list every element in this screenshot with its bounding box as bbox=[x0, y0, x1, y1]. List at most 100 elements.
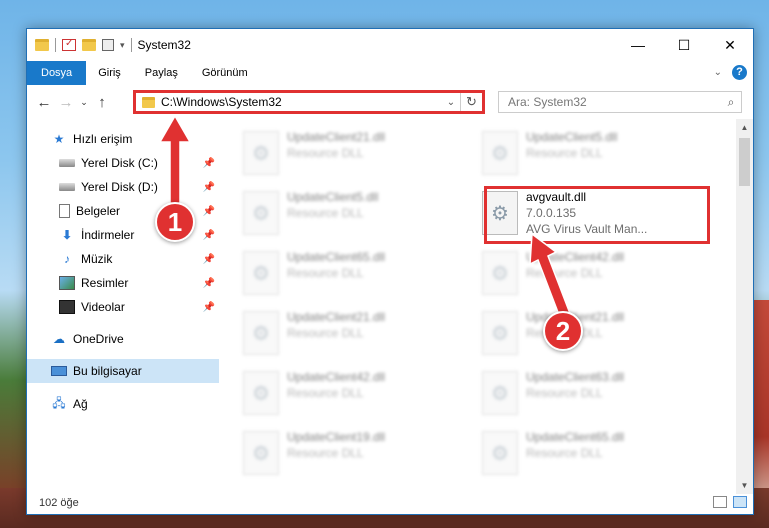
chevron-down-icon[interactable]: ⌄ bbox=[442, 97, 460, 108]
large-icons-view-icon[interactable] bbox=[733, 496, 747, 508]
file-name: UpdateClient5.dll bbox=[526, 130, 618, 144]
dll-file-icon: ⚙ bbox=[482, 251, 518, 295]
help-icon[interactable]: ? bbox=[732, 65, 747, 80]
file-name: UpdateClient5.dll bbox=[287, 190, 379, 204]
minimize-button[interactable]: — bbox=[615, 29, 661, 61]
dll-file-icon: ⚙ bbox=[482, 311, 518, 355]
customize-icon[interactable] bbox=[102, 39, 114, 51]
explorer-window: ▾ System32 — ☐ ✕ Dosya Giriş Paylaş Görü… bbox=[26, 28, 754, 515]
up-arrow-icon[interactable]: ↑ bbox=[91, 94, 113, 111]
file-item[interactable]: ⚙ UpdateClient65.dll Resource DLL bbox=[241, 247, 471, 303]
window-controls: — ☐ ✕ bbox=[615, 29, 753, 61]
pin-icon[interactable]: 📌 bbox=[203, 206, 215, 217]
nav-label: Videolar bbox=[81, 300, 125, 314]
scroll-up-arrow-icon[interactable]: ▲ bbox=[736, 119, 753, 136]
file-item[interactable]: ⚙ UpdateClient42.dll Resource DLL bbox=[480, 247, 710, 303]
nav-label: Bu bilgisayar bbox=[73, 364, 142, 378]
refresh-icon[interactable]: ↻ bbox=[460, 93, 482, 111]
close-button[interactable]: ✕ bbox=[707, 29, 753, 61]
file-name: UpdateClient65.dll bbox=[287, 250, 386, 264]
dll-file-icon: ⚙ bbox=[482, 371, 518, 415]
vertical-scrollbar[interactable]: ▲ ▼ bbox=[736, 119, 753, 494]
nav-label: Ağ bbox=[73, 397, 88, 411]
address-path[interactable]: C:\Windows\System32 bbox=[161, 95, 442, 109]
dll-file-icon: ⚙ bbox=[243, 251, 279, 295]
recent-locations-chevron-icon[interactable]: ⌄ bbox=[77, 97, 91, 108]
file-type: Resource DLL bbox=[526, 446, 603, 460]
divider bbox=[130, 38, 132, 52]
nav-item-videos[interactable]: Videolar 📌 bbox=[27, 295, 219, 319]
window-title: System32 bbox=[137, 38, 191, 52]
tab-file[interactable]: Dosya bbox=[27, 61, 87, 85]
pin-icon[interactable]: 📌 bbox=[203, 230, 215, 241]
file-type: Resource DLL bbox=[287, 146, 364, 160]
this-pc-icon bbox=[51, 366, 67, 376]
title-bar: ▾ System32 — ☐ ✕ bbox=[27, 29, 753, 61]
quick-access-toolbar: ▾ bbox=[27, 38, 132, 52]
documents-icon bbox=[59, 204, 70, 218]
videos-icon bbox=[59, 300, 75, 314]
callout-badge-1: 1 bbox=[155, 202, 195, 242]
nav-item-music[interactable]: ♪ Müzik 📌 bbox=[27, 247, 219, 271]
forward-arrow-icon[interactable]: → bbox=[55, 94, 77, 111]
file-item[interactable]: ⚙ UpdateClient21.dll Resource DLL bbox=[480, 307, 710, 363]
tab-home[interactable]: Giriş bbox=[86, 61, 133, 85]
file-item[interactable]: ⚙ UpdateClient5.dll Resource DLL bbox=[480, 127, 710, 183]
pin-icon[interactable]: 📌 bbox=[203, 158, 215, 169]
nav-item-onedrive[interactable]: ☁ OneDrive bbox=[27, 327, 219, 351]
pin-icon[interactable]: 📌 bbox=[203, 302, 215, 313]
nav-label: Yerel Disk (C:) bbox=[81, 156, 158, 170]
folder-icon bbox=[35, 39, 49, 51]
new-folder-icon[interactable] bbox=[82, 39, 96, 51]
disk-icon bbox=[59, 183, 75, 191]
file-item[interactable]: ⚙ UpdateClient5.dll Resource DLL bbox=[241, 187, 471, 243]
view-toggle bbox=[713, 496, 747, 508]
nav-label: Hızlı erişim bbox=[73, 132, 133, 146]
tab-share[interactable]: Paylaş bbox=[133, 61, 190, 85]
chevron-down-icon[interactable]: ⌄ bbox=[714, 67, 722, 78]
file-type: Resource DLL bbox=[287, 446, 364, 460]
scrollbar-thumb[interactable] bbox=[739, 138, 750, 186]
search-icon[interactable]: ⌕ bbox=[721, 95, 741, 110]
network-icon: 🖧 bbox=[52, 395, 66, 410]
nav-item-network[interactable]: 🖧 Ağ bbox=[27, 392, 219, 416]
file-item[interactable]: ⚙ UpdateClient21.dll Resource DLL bbox=[241, 127, 471, 183]
file-item[interactable]: ⚙ UpdateClient19.dll Resource DLL bbox=[241, 427, 471, 483]
file-list: ⚙ UpdateClient21.dll Resource DLL ⚙ Upda… bbox=[219, 119, 736, 494]
file-name: UpdateClient21.dll bbox=[287, 310, 386, 324]
details-view-icon[interactable] bbox=[713, 496, 727, 508]
search-input[interactable]: Ara: System32 ⌕ bbox=[498, 91, 742, 113]
file-type: Resource DLL bbox=[287, 326, 364, 340]
file-item[interactable]: ⚙ UpdateClient65.dll Resource DLL bbox=[480, 427, 710, 483]
qat-dropdown-icon[interactable]: ▾ bbox=[120, 40, 125, 51]
file-item[interactable]: ⚙ UpdateClient63.dll Resource DLL bbox=[480, 367, 710, 423]
maximize-button[interactable]: ☐ bbox=[661, 29, 707, 61]
file-item[interactable]: ⚙ UpdateClient42.dll Resource DLL bbox=[241, 367, 471, 423]
file-name: UpdateClient42.dll bbox=[287, 370, 386, 384]
file-type: Resource DLL bbox=[526, 386, 603, 400]
pin-icon[interactable]: 📌 bbox=[203, 254, 215, 265]
ribbon-tabs: Dosya Giriş Paylaş Görünüm ⌄ ? bbox=[27, 61, 753, 85]
avgvault-highlight-box bbox=[484, 186, 710, 244]
file-type: Resource DLL bbox=[526, 146, 603, 160]
music-icon: ♪ bbox=[64, 252, 70, 266]
dll-file-icon: ⚙ bbox=[243, 311, 279, 355]
file-name: UpdateClient63.dll bbox=[526, 370, 625, 384]
dll-file-icon: ⚙ bbox=[482, 431, 518, 475]
file-type: Resource DLL bbox=[287, 206, 364, 220]
dll-file-icon: ⚙ bbox=[243, 191, 279, 235]
pin-icon[interactable]: 📌 bbox=[203, 182, 215, 193]
back-arrow-icon[interactable]: ← bbox=[33, 94, 55, 111]
properties-check-icon[interactable] bbox=[62, 38, 76, 51]
status-bar: 102 öğe bbox=[27, 492, 753, 514]
nav-item-this-pc[interactable]: Bu bilgisayar bbox=[27, 359, 219, 383]
divider bbox=[55, 38, 56, 52]
file-item[interactable]: ⚙ UpdateClient21.dll Resource DLL bbox=[241, 307, 471, 363]
nav-label: OneDrive bbox=[73, 332, 124, 346]
search-placeholder[interactable]: Ara: System32 bbox=[508, 95, 721, 109]
tab-view[interactable]: Görünüm bbox=[190, 61, 260, 85]
pictures-icon bbox=[59, 276, 75, 290]
pin-icon[interactable]: 📌 bbox=[203, 278, 215, 289]
callout-badge-2: 2 bbox=[543, 311, 583, 351]
nav-item-pictures[interactable]: Resimler 📌 bbox=[27, 271, 219, 295]
